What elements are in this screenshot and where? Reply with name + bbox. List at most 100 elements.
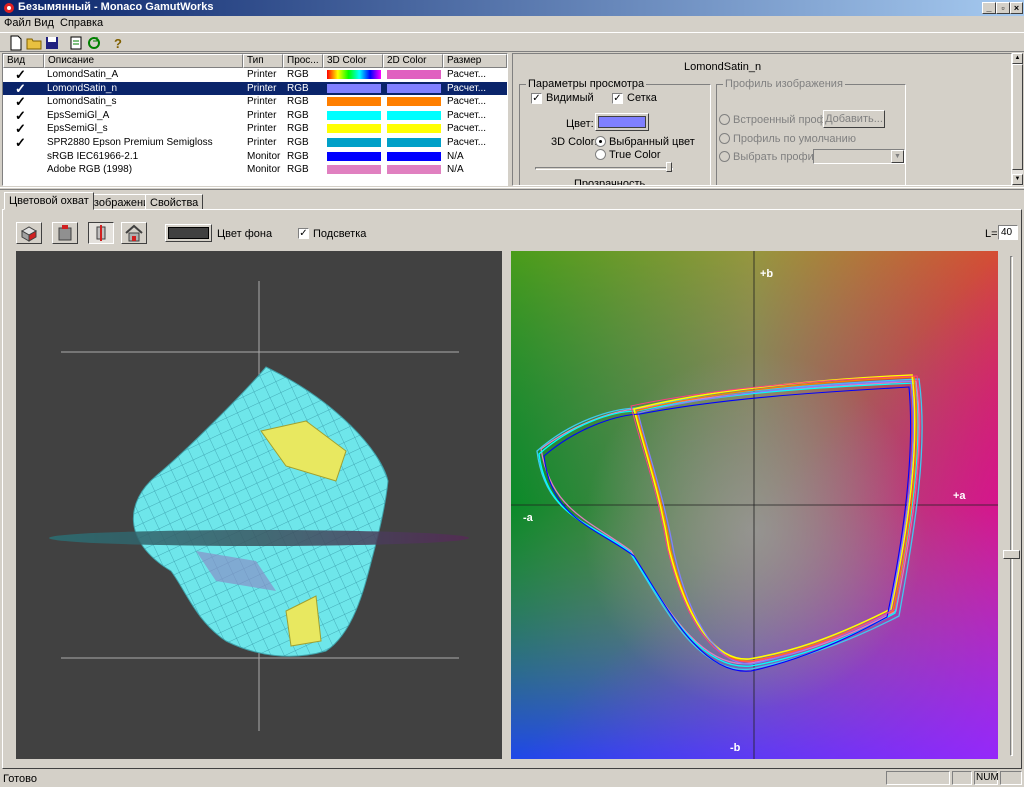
row-3d-swatch[interactable] (327, 70, 381, 79)
row-3d-swatch[interactable] (327, 124, 381, 134)
col-header-type[interactable]: Тип (243, 54, 283, 68)
view-slice-button[interactable] (88, 222, 114, 244)
view-params-caption: Параметры просмотра (526, 78, 647, 90)
row-2d-swatch[interactable] (387, 124, 441, 134)
row-size: Расчет... (447, 69, 487, 80)
col-header-size[interactable]: Размер (443, 54, 507, 68)
row-size: Расчет... (447, 137, 487, 148)
visible-check-icon[interactable]: ✓ (15, 82, 26, 95)
row-2d-swatch[interactable] (387, 165, 441, 175)
lightness-label: L= (985, 228, 998, 240)
visible-check-icon[interactable]: ✓ (15, 68, 26, 81)
selected-color-radio[interactable] (595, 136, 606, 147)
scroll-down-icon[interactable]: ▼ (1012, 174, 1023, 185)
row-2d-swatch[interactable] (387, 70, 441, 79)
list-item[interactable]: sRGB IEC61966-2.1 Monitor RGB N/A (3, 150, 507, 163)
embedded-profile-radio[interactable] (719, 114, 730, 125)
menu-file[interactable]: Файл (4, 17, 31, 29)
transparency-slider-thumb[interactable] (666, 162, 672, 172)
grid-label: Сетка (627, 92, 657, 104)
row-2d-swatch[interactable] (387, 110, 441, 120)
splitter[interactable] (0, 187, 1024, 190)
col-header-3d-color[interactable]: 3D Color (323, 54, 383, 68)
row-3d-swatch[interactable] (327, 151, 381, 161)
gamut-2d-view[interactable]: +b -b +a -a (511, 251, 998, 759)
row-3d-swatch[interactable] (327, 110, 381, 120)
visible-check-icon[interactable]: ✓ (15, 109, 26, 122)
row-3d-swatch[interactable] (327, 83, 381, 93)
view-home-button[interactable] (121, 222, 147, 244)
gamut-3d-view[interactable] (16, 251, 502, 759)
toolbar: ? (0, 32, 1024, 52)
menu-bar: Файл Вид Справка (0, 16, 1024, 32)
lightness-input[interactable]: 40 (998, 225, 1018, 240)
visible-check-icon[interactable]: ✓ (15, 122, 26, 135)
list-item[interactable]: ✓ LomondSatin_A Printer RGB Расчет... (3, 68, 507, 81)
restore-button[interactable]: ▫ (996, 2, 1010, 14)
row-3d-swatch[interactable] (327, 138, 381, 147)
profile-select[interactable]: ▼ (813, 149, 905, 164)
list-item[interactable]: ✓ LomondSatin_n Printer RGB Расчет... (3, 81, 507, 95)
row-2d-swatch[interactable] (387, 138, 441, 147)
close-button[interactable]: × (1010, 2, 1023, 14)
minimize-button[interactable]: _ (982, 2, 996, 14)
color-picker-button[interactable] (595, 113, 649, 131)
row-name: SPR2880 Epson Premium Semigloss (47, 137, 213, 148)
svg-text:?: ? (114, 36, 122, 51)
visible-checkbox[interactable]: ✓ (531, 93, 542, 104)
scroll-up-icon[interactable]: ▲ (1012, 53, 1023, 64)
col-header-2d-color[interactable]: 2D Color (383, 54, 443, 68)
list-item[interactable]: ✓ EpsSemiGl_A Printer RGB Расчет... (3, 109, 507, 122)
true-color-radio[interactable] (595, 149, 606, 160)
help-icon[interactable]: ? (110, 35, 126, 51)
properties-icon[interactable] (68, 35, 84, 51)
row-2d-swatch[interactable] (387, 83, 441, 93)
lightness-slider-thumb[interactable] (1003, 550, 1020, 559)
default-profile-label: Профиль по умолчанию (733, 133, 856, 145)
transparency-label: Прозрачность (574, 178, 646, 186)
choose-profile-radio[interactable] (719, 151, 730, 162)
row-2d-swatch[interactable] (387, 97, 441, 107)
list-item[interactable]: ✓ LomondSatin_s Printer RGB Расчет... (3, 95, 507, 108)
row-3d-swatch[interactable] (327, 165, 381, 175)
col-header-space[interactable]: Прос... (283, 54, 323, 68)
list-item[interactable]: ✓ SPR2880 Epson Premium Semigloss Printer R… (3, 136, 507, 149)
lightness-slider-track[interactable] (1010, 256, 1013, 756)
row-name: EpsSemiGl_A (47, 109, 110, 121)
transparency-slider-track[interactable] (535, 167, 673, 170)
scroll-thumb[interactable] (1012, 64, 1023, 170)
col-header-visible[interactable]: Вид (3, 54, 44, 68)
view-3d-button[interactable] (16, 222, 42, 244)
add-button[interactable]: Добавить... (823, 110, 885, 128)
bg-color-label: Цвет фона (217, 228, 273, 240)
row-2d-swatch[interactable] (387, 151, 441, 161)
view-solid-button[interactable] (52, 222, 78, 244)
row-type: Printer (247, 137, 277, 148)
menu-help[interactable]: Справка (60, 17, 103, 29)
new-file-icon[interactable] (8, 35, 24, 51)
highlight-checkbox[interactable]: ✓ (298, 228, 309, 239)
properties-scrollbar[interactable]: ▲ ▼ (1012, 53, 1023, 186)
minus-b-label: -b (730, 742, 741, 754)
status-text: Готово (3, 773, 37, 785)
list-item[interactable]: ✓ EpsSemiGl_s Printer RGB Расчет... (3, 122, 507, 135)
row-3d-swatch[interactable] (327, 97, 381, 107)
tab-strip: Цветовой охват Изображение Свойства (0, 192, 1024, 210)
tab-properties[interactable]: Свойства (145, 194, 204, 210)
col-header-description[interactable]: Описание (44, 54, 243, 68)
color-label: Цвет: (566, 118, 594, 130)
grid-checkbox[interactable]: ✓ (612, 93, 623, 104)
default-profile-radio[interactable] (719, 133, 730, 144)
menu-view[interactable]: Вид (34, 17, 54, 29)
visible-check-icon[interactable]: ✓ (15, 95, 26, 108)
row-name: LomondSatin_n (47, 82, 118, 94)
bg-color-button[interactable] (165, 224, 212, 242)
refresh-icon[interactable] (86, 35, 102, 51)
chevron-down-icon[interactable]: ▼ (891, 150, 904, 163)
row-name: sRGB IEC61966-2.1 (47, 150, 139, 162)
save-icon[interactable] (44, 35, 60, 51)
visible-check-icon[interactable]: ✓ (15, 136, 26, 149)
list-item[interactable]: Adobe RGB (1998) Monitor RGB N/A (3, 163, 507, 176)
tab-gamut[interactable]: Цветовой охват (4, 192, 94, 210)
open-folder-icon[interactable] (26, 35, 42, 51)
